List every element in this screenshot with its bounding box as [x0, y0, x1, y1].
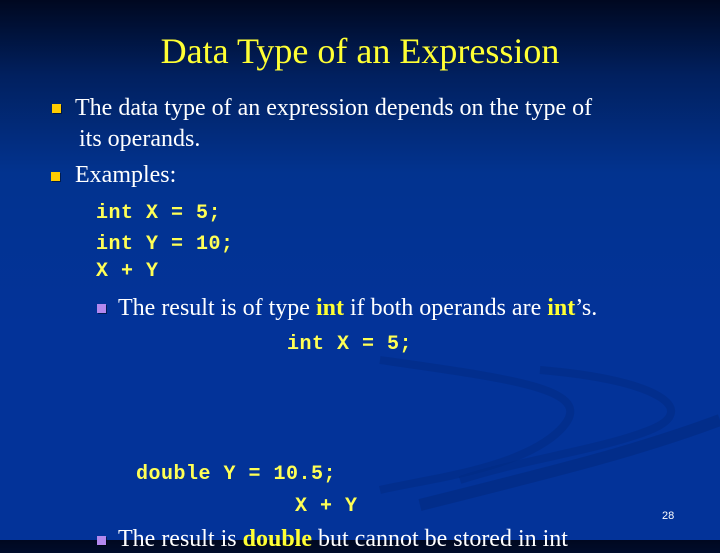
sub-bullet-1-suffix: ’s. [575, 295, 598, 321]
sub-bullet-2-prefix: The result is [118, 526, 243, 552]
code-line: X + Y [96, 260, 159, 283]
keyword-int: int [547, 295, 576, 321]
code-line: X + Y [295, 495, 358, 518]
sub-bullet-square-icon [97, 304, 106, 313]
sub-bullet-1-text: The result is of type int if both operan… [118, 294, 597, 322]
sub-bullet-square-icon [97, 536, 106, 545]
sub-bullet-1-prefix: The result is of type [118, 295, 316, 321]
bullet-1-line-1: The data type of an expression depends o… [75, 95, 593, 121]
code-line: int X = 5; [96, 202, 222, 225]
code-line: double Y = 10.5; [136, 463, 337, 486]
bullet-square-icon [52, 104, 61, 113]
page-number: 28 [662, 510, 675, 522]
sub-bullet-1-middle: if both operands are [343, 295, 548, 321]
keyword-int: int [315, 295, 344, 321]
sub-bullet-2-text: The result is double but cannot be store… [118, 525, 568, 553]
code-line: int Y = 10; [96, 233, 234, 256]
sub-bullet-2-suffix: but cannot be stored in int [312, 526, 568, 552]
bullet-2-text: Examples: [75, 162, 177, 188]
bullet-square-icon [51, 172, 60, 181]
code-line: int X = 5; [287, 333, 413, 356]
slide-title: Data Type of an Expression [160, 31, 560, 71]
keyword-double: double [242, 526, 313, 552]
bullet-1-line-2: its operands. [79, 126, 201, 152]
